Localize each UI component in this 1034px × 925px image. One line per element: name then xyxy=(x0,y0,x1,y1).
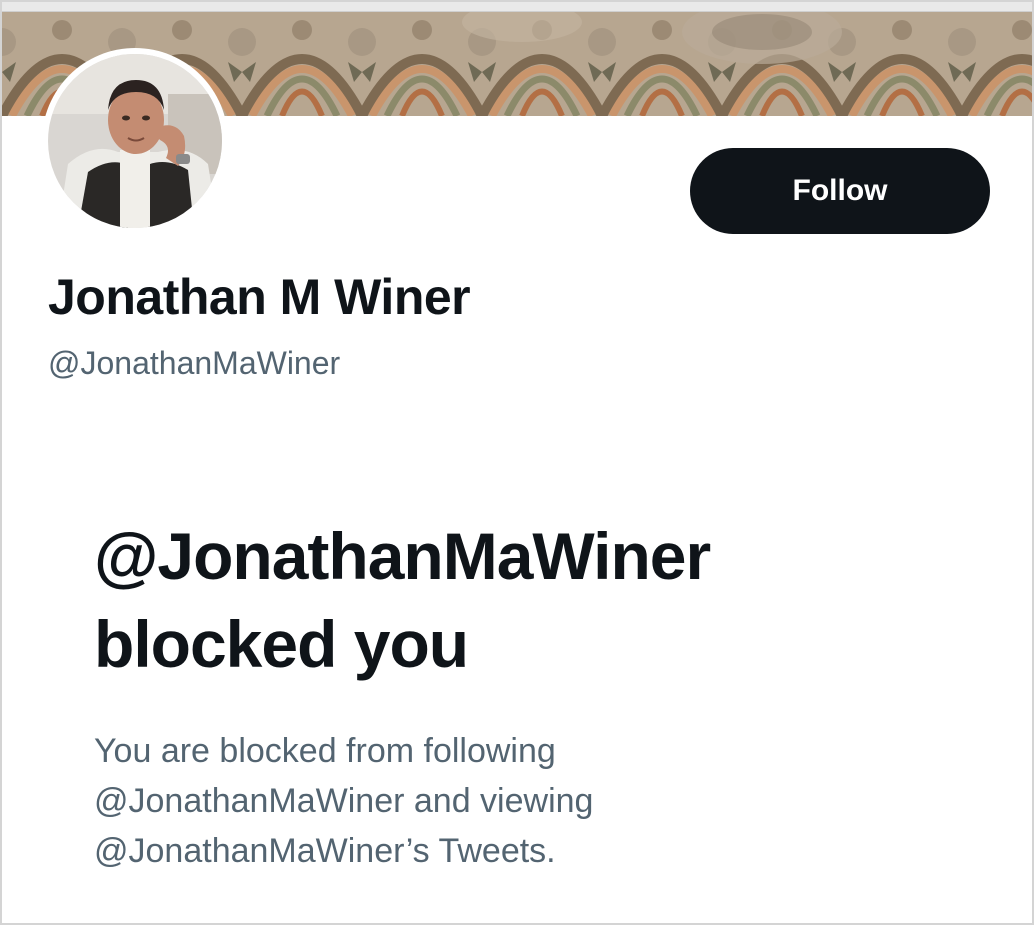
blocked-desc-line: You are blocked from following xyxy=(94,732,556,770)
blocked-desc-line: @JonathanMaWiner’s Tweets. xyxy=(94,832,556,870)
follow-button[interactable]: Follow xyxy=(690,148,990,234)
blocked-title-line: blocked you xyxy=(94,607,469,681)
profile-handle: @JonathanMaWiner xyxy=(48,345,341,381)
blocked-desc-line: @JonathanMaWiner and viewing xyxy=(94,782,594,820)
blocked-message-description: You are blocked from following @Jonathan… xyxy=(94,726,994,876)
blocked-title-line: @JonathanMaWiner xyxy=(94,519,711,593)
avatar[interactable] xyxy=(42,48,228,234)
window-top-edge xyxy=(2,2,1032,12)
profile-display-name: Jonathan M Winer xyxy=(48,269,471,325)
profile-card: Follow Jonathan M Winer @JonathanMaWiner… xyxy=(0,0,1034,925)
blocked-message-title: @JonathanMaWiner blocked you xyxy=(94,512,994,688)
